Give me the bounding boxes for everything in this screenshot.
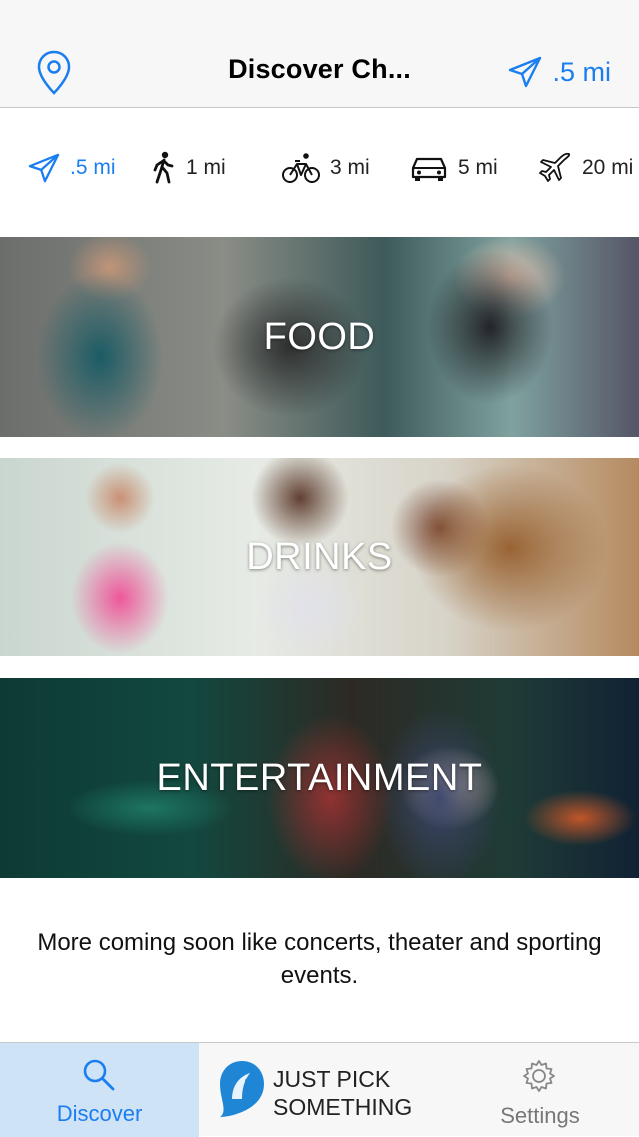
search-icon [83,1059,115,1091]
tab-label: Discover [56,1101,143,1126]
category-label: ENTERTAINMENT [156,756,483,799]
tab-label-line: SOMETHING [273,1094,413,1120]
airplane-icon [539,152,571,182]
navigation-bar: Discover Ch... .5 mi [0,0,639,108]
coming-soon-text: More coming soon like concerts, theater … [37,929,602,989]
tab-label: JUST PICK SOMETHING [273,1065,443,1121]
category-tile-drinks[interactable]: DRINKS [0,458,639,656]
distance-option-20-mile[interactable]: 20 mi [538,148,633,188]
paper-plane-icon [28,153,60,183]
pick-logo-icon [220,1061,264,1117]
car-icon [411,157,447,181]
tab-just-pick-something[interactable]: JUST PICK SOMETHING [218,1059,438,1125]
distance-option-label: .5 mi [70,156,116,179]
category-label: FOOD [263,315,376,358]
tab-label-line: JUST PICK [273,1066,391,1092]
walking-icon [153,151,174,184]
tab-bar: Discover JUST PICK SOMETHING Settings [0,1042,639,1137]
distance-option-1-mile[interactable]: 1 mi [152,148,226,188]
distance-option-3-mile[interactable]: 3 mi [282,148,370,188]
distance-option-5-mile[interactable]: 5 mi [410,148,498,188]
distance-selector: .5 mi 1 mi 3 mi 5 mi 20 mi [0,108,639,228]
distance-button[interactable]: .5 mi [508,52,611,92]
distance-option-label: 1 mi [186,156,226,179]
bicycle-icon [282,153,320,183]
paper-plane-icon [509,56,542,88]
category-tile-entertainment[interactable]: ENTERTAINMENT [0,678,639,878]
tab-settings[interactable]: Settings [470,1043,610,1137]
category-tile-food[interactable]: FOOD [0,237,639,437]
distance-option-label: 5 mi [458,156,498,179]
distance-option-half-mile[interactable]: .5 mi [28,148,116,188]
distance-label: .5 mi [552,56,611,87]
distance-option-label: 20 mi [582,156,634,179]
category-label: DRINKS [246,535,393,578]
distance-option-label: 3 mi [330,156,370,179]
gear-icon [523,1060,555,1092]
tab-discover[interactable]: Discover [0,1043,199,1137]
tab-label: Settings [500,1103,580,1128]
